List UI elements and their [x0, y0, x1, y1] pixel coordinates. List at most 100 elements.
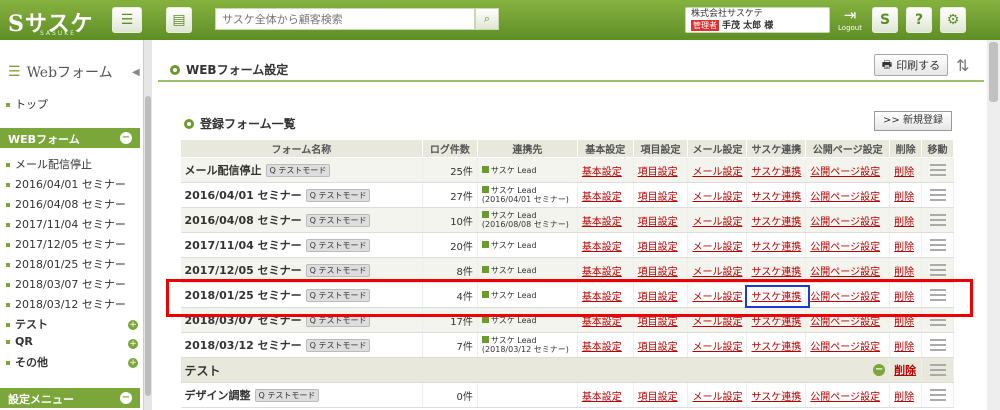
delete-link[interactable]: 削除 — [894, 167, 914, 178]
sidebar-group-other[interactable]: その他 — [6, 354, 48, 370]
delete-link[interactable]: 削除 — [894, 192, 914, 203]
scroll-thumb[interactable] — [145, 96, 151, 396]
public-link[interactable]: 公開ページ設定 — [810, 192, 880, 203]
sidebar-section-settings[interactable]: 設定メニュー − — [0, 388, 140, 408]
sasuke-link[interactable]: サスケ連携 — [751, 317, 801, 328]
sidebar-group-test[interactable]: テスト — [6, 316, 48, 332]
sidebar-item-form[interactable]: 2016/04/01 セミナー — [6, 176, 126, 192]
form-name[interactable]: 2018/01/25 セミナー — [185, 289, 302, 302]
drag-handle-icon[interactable] — [929, 264, 946, 276]
delete-link[interactable]: 削除 — [894, 217, 914, 228]
chat-icon[interactable]: ▤ — [166, 7, 192, 33]
minus-icon[interactable]: − — [120, 132, 132, 144]
form-name[interactable]: 2018/03/12 セミナー — [185, 339, 302, 352]
items-link[interactable]: 項目設定 — [638, 192, 678, 203]
sasuke-home-icon[interactable]: S — [872, 7, 898, 33]
sasuke-link[interactable]: サスケ連携 — [751, 192, 801, 203]
mail-link[interactable]: メール設定 — [692, 392, 742, 403]
public-link[interactable]: 公開ページ設定 — [810, 242, 880, 253]
minus-icon[interactable]: − — [120, 392, 132, 404]
basic-link[interactable]: 基本設定 — [582, 317, 622, 328]
delete-link[interactable]: 削除 — [894, 242, 914, 253]
public-link[interactable]: 公開ページ設定 — [810, 167, 880, 178]
refresh-icon[interactable]: ⇅ — [956, 56, 969, 75]
new-register-button[interactable]: >> 新規登録 — [874, 111, 952, 131]
test-mode-button[interactable]: Q テストモード — [265, 164, 331, 177]
basic-link[interactable]: 基本設定 — [582, 167, 622, 178]
sidebar-section-webform[interactable]: WEBフォーム − — [0, 128, 140, 148]
sidebar-item-form[interactable]: 2016/04/08 セミナー — [6, 196, 126, 212]
sidebar-group-qr[interactable]: QR — [6, 335, 33, 348]
delete-link[interactable]: 削除 — [894, 317, 914, 328]
items-link[interactable]: 項目設定 — [638, 242, 678, 253]
mail-link[interactable]: メール設定 — [692, 267, 742, 278]
sasuke-link[interactable]: サスケ連携 — [751, 267, 801, 278]
form-name[interactable]: 2017/12/05 セミナー — [185, 264, 302, 277]
sasuke-link[interactable]: サスケ連携 — [751, 392, 801, 403]
test-mode-button[interactable]: Q テストモード — [305, 314, 371, 327]
drag-handle-icon[interactable] — [929, 189, 946, 201]
test-mode-button[interactable]: Q テストモード — [305, 189, 371, 202]
test-mode-button[interactable]: Q テストモード — [305, 214, 371, 227]
public-link[interactable]: 公開ページ設定 — [810, 217, 880, 228]
search-icon[interactable]: ⌕ — [475, 8, 499, 30]
sasuke-link[interactable]: サスケ連携 — [751, 217, 801, 228]
drag-handle-icon[interactable] — [929, 314, 946, 326]
basic-link[interactable]: 基本設定 — [582, 192, 622, 203]
sasuke-link[interactable]: サスケ連携 — [751, 292, 801, 303]
mail-link[interactable]: メール設定 — [692, 317, 742, 328]
items-link[interactable]: 項目設定 — [638, 217, 678, 228]
sidebar-item-form[interactable]: 2018/01/25 セミナー — [6, 256, 126, 272]
drag-handle-icon[interactable] — [929, 239, 946, 251]
form-name[interactable]: 2016/04/08 セミナー — [185, 214, 302, 227]
delete-link[interactable]: 削除 — [894, 267, 914, 278]
scroll-thumb[interactable] — [989, 42, 998, 102]
drag-handle-icon[interactable] — [929, 214, 946, 226]
public-link[interactable]: 公開ページ設定 — [810, 342, 880, 353]
drag-handle-icon[interactable] — [929, 364, 946, 376]
settings-gear-icon[interactable]: ⚙ — [940, 7, 966, 33]
items-link[interactable]: 項目設定 — [638, 317, 678, 328]
mail-link[interactable]: メール設定 — [692, 217, 742, 228]
sasuke-link[interactable]: サスケ連携 — [751, 167, 801, 178]
sidebar-item-form[interactable]: メール配信停止 — [6, 156, 92, 172]
customer-search-input[interactable] — [215, 8, 475, 30]
items-link[interactable]: 項目設定 — [638, 267, 678, 278]
drag-handle-icon[interactable] — [929, 389, 946, 401]
sasuke-link[interactable]: サスケ連携 — [751, 242, 801, 253]
form-name[interactable]: メール配信停止 — [185, 164, 262, 177]
basic-link[interactable]: 基本設定 — [582, 342, 622, 353]
public-link[interactable]: 公開ページ設定 — [810, 267, 880, 278]
form-name[interactable]: 2017/11/04 セミナー — [185, 239, 302, 252]
basic-link[interactable]: 基本設定 — [582, 242, 622, 253]
sidebar-item-form[interactable]: 2017/11/04 セミナー — [6, 216, 126, 232]
plus-icon[interactable]: + — [128, 320, 138, 330]
drag-handle-icon[interactable] — [929, 289, 946, 301]
delete-link[interactable]: 削除 — [894, 392, 914, 403]
minus-icon[interactable]: − — [873, 363, 886, 376]
test-mode-button[interactable]: Q テストモード — [305, 289, 371, 302]
test-mode-button[interactable]: Q テストモード — [305, 239, 371, 252]
collapse-sidebar-icon[interactable]: ◀ — [132, 67, 140, 78]
public-link[interactable]: 公開ページ設定 — [810, 317, 880, 328]
form-name[interactable]: デザイン調整 — [185, 389, 251, 402]
delete-link[interactable]: 削除 — [894, 292, 914, 303]
drag-handle-icon[interactable] — [929, 164, 946, 176]
sidebar-item-form[interactable]: 2017/12/05 セミナー — [6, 236, 126, 252]
delete-link[interactable]: 削除 — [894, 342, 914, 353]
drag-handle-icon[interactable] — [929, 339, 946, 351]
sidebar-item-top[interactable]: トップ — [6, 96, 48, 112]
items-link[interactable]: 項目設定 — [638, 167, 678, 178]
form-name[interactable]: 2016/04/01 セミナー — [185, 189, 302, 202]
mail-link[interactable]: メール設定 — [692, 342, 742, 353]
mail-link[interactable]: メール設定 — [692, 242, 742, 253]
menu-icon[interactable]: ☰ — [112, 7, 142, 33]
basic-link[interactable]: 基本設定 — [582, 267, 622, 278]
delete-group-link[interactable]: 削除 — [894, 364, 916, 377]
basic-link[interactable]: 基本設定 — [582, 217, 622, 228]
sidebar-item-form[interactable]: 2018/03/07 セミナー — [6, 276, 126, 292]
test-mode-button[interactable]: Q テストモード — [305, 339, 371, 352]
test-mode-button[interactable]: Q テストモード — [254, 389, 320, 402]
mail-link[interactable]: メール設定 — [692, 292, 742, 303]
sidebar-scrollbar[interactable] — [144, 40, 152, 410]
